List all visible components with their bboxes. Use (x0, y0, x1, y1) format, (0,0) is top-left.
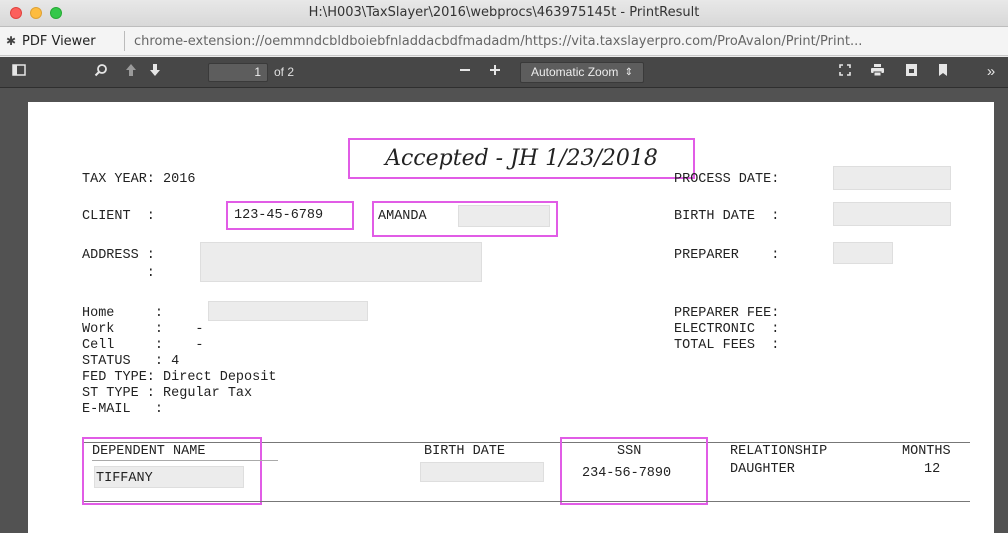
url-separator (124, 31, 125, 51)
puzzle-icon: ✱ (6, 34, 17, 48)
process-date-label: PROCESS DATE: (674, 172, 780, 187)
dependent-relationship: DAUGHTER (730, 462, 795, 477)
more-tools-icon[interactable]: » (982, 63, 1000, 81)
home-label: Home : (82, 306, 164, 321)
pdf-page: Accepted - JH 1/23/2018 TAX YEAR: 2016 P… (28, 102, 994, 533)
email-line: E-MAIL : (82, 402, 164, 417)
redaction-client-last-name (458, 205, 550, 227)
pdf-viewer[interactable]: Accepted - JH 1/23/2018 TAX YEAR: 2016 P… (0, 88, 1008, 533)
address-colon: : (82, 266, 155, 281)
zoom-value: Automatic Zoom (531, 65, 619, 79)
app-label: PDF Viewer (22, 34, 96, 49)
window-titlebar: H:\H003\TaxSlayer\2016\webprocs\46397514… (0, 0, 1008, 27)
page-number-input[interactable]: 1 (208, 63, 268, 82)
client-ssn: 123-45-6789 (234, 208, 324, 223)
redaction-address (200, 242, 482, 282)
header-ssn: SSN (617, 444, 642, 459)
address-label: ADDRESS : (82, 248, 155, 263)
tax-year-label: TAX YEAR: 2016 (82, 172, 196, 187)
chevron-updown-icon: ⇕ (624, 67, 633, 78)
zoom-out-icon[interactable] (456, 63, 474, 81)
zoom-select[interactable]: Automatic Zoom ⇕ (520, 62, 644, 83)
window-title: H:\H003\TaxSlayer\2016\webprocs\46397514… (308, 5, 700, 20)
accepted-stamp: Accepted - JH 1/23/2018 (348, 138, 695, 179)
sidebar-toggle-icon[interactable] (10, 63, 28, 81)
total-fees-label: TOTAL FEES : (674, 338, 780, 353)
url-text[interactable]: chrome-extension://oemmndcbldboiebfnladd… (134, 34, 1002, 49)
dependent-ssn: 234-56-7890 (582, 466, 672, 481)
page-count: of 2 (274, 65, 295, 79)
dependent-months: 12 (924, 462, 941, 477)
redaction-process-date (833, 166, 951, 190)
header-underline (92, 460, 278, 461)
print-icon[interactable] (868, 63, 886, 81)
zoom-in-icon[interactable] (486, 63, 504, 81)
bookmark-icon[interactable] (934, 63, 952, 81)
presentation-mode-icon[interactable] (836, 63, 854, 81)
redaction-dependent-birth-date (420, 462, 544, 482)
dependent-name: TIFFANY (96, 471, 153, 486)
header-months: MONTHS (902, 444, 951, 459)
preparer-fee-label: PREPARER FEE: (674, 306, 780, 321)
search-icon[interactable] (92, 63, 110, 81)
download-icon[interactable] (902, 63, 920, 81)
redaction-home-phone (208, 301, 368, 321)
redaction-birth-date (833, 202, 951, 226)
page-down-icon[interactable] (146, 63, 164, 81)
preparer-label: PREPARER : (674, 248, 780, 263)
client-label: CLIENT : (82, 209, 155, 224)
table-bottom-rule (84, 501, 970, 502)
status-line: STATUS : 4 (82, 354, 180, 369)
page-up-icon[interactable] (122, 63, 140, 81)
address-bar[interactable]: ✱ PDF Viewer chrome-extension://oemmndcb… (0, 27, 1008, 56)
header-relationship: RELATIONSHIP (730, 444, 828, 459)
redaction-preparer (833, 242, 893, 264)
pdf-toolbar: 1 of 2 Automatic Zoom ⇕ » (0, 57, 1008, 88)
header-birth-date: BIRTH DATE (424, 444, 506, 459)
electronic-label: ELECTRONIC : (674, 322, 780, 337)
fed-type-line: FED TYPE: Direct Deposit (82, 370, 277, 385)
birth-date-label: BIRTH DATE : (674, 209, 780, 224)
cell-line: Cell : - (82, 338, 204, 353)
client-first-name: AMANDA (378, 209, 427, 224)
st-type-line: ST TYPE : Regular Tax (82, 386, 253, 401)
header-dependent-name: DEPENDENT NAME (92, 444, 206, 459)
work-line: Work : - (82, 322, 204, 337)
